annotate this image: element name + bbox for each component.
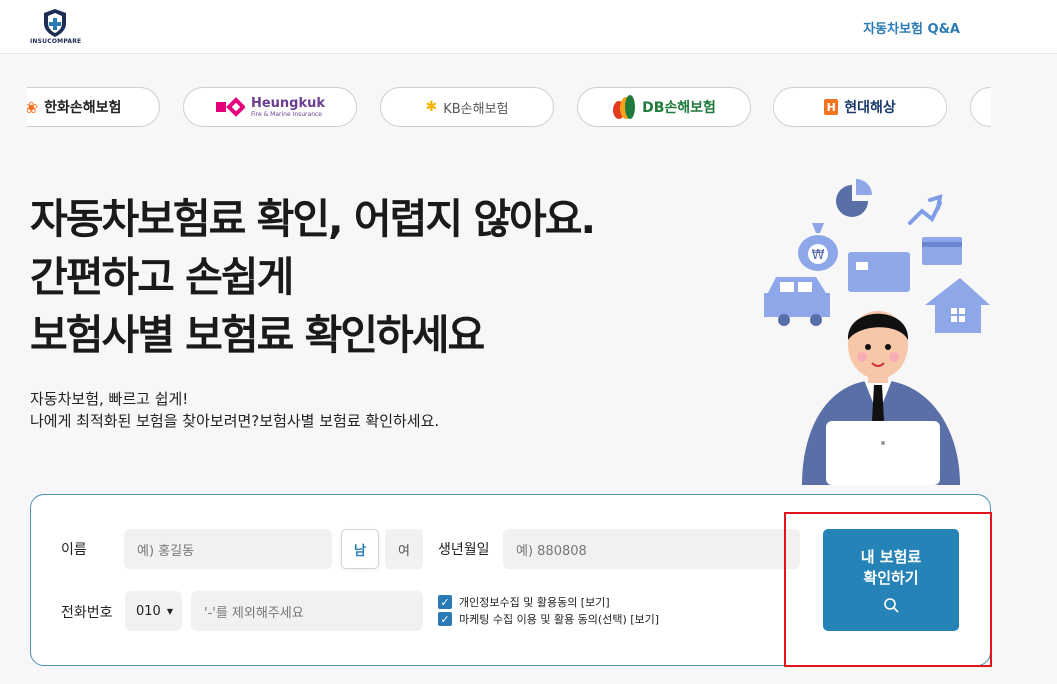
checkbox-checked-icon[interactable]: ✓	[438, 595, 452, 609]
hero-title-line: 보험사별 보험료 확인하세요	[30, 311, 485, 359]
insurer-name: KB손해보험	[443, 101, 509, 117]
insurer-name: DB손해보험	[642, 100, 716, 116]
insurer-kb[interactable]: ✱ KB손해보험	[380, 87, 554, 127]
consent-marketing-label: 마케팅 수집 이용 및 활용 동의(선택) [보기]	[459, 613, 660, 626]
phone-label: 전화번호	[61, 605, 113, 621]
hero-sub-line: 자동차보험, 빠르고 쉽게!	[30, 390, 189, 408]
insurer-hanwha[interactable]: ❀ 한화손해보험	[27, 87, 160, 127]
name-input[interactable]: 예) 홍길동	[124, 529, 332, 569]
phone-prefix-value: 010	[136, 603, 161, 619]
gender-female-button[interactable]: 여	[385, 529, 423, 569]
house-icon	[925, 278, 990, 333]
check-premium-button[interactable]: 내 보험료 확인하기	[823, 529, 959, 631]
insurer-hyundai[interactable]: H 현대해상	[773, 87, 947, 127]
insurer-db[interactable]: DB손해보험	[577, 87, 751, 127]
pie-chart-icon	[836, 179, 872, 217]
insurer-subname: Fire & Marine Insurance	[250, 110, 322, 118]
insurer-next[interactable]	[970, 87, 991, 127]
hanwha-logo-icon: ❀	[27, 97, 39, 117]
phone-prefix-select[interactable]: 010 ▼	[125, 591, 182, 631]
hero-subtitle: 자동차보험, 빠르고 쉽게! 나에게 최적화된 보험을 찾아보려면?보험사별 보…	[30, 388, 439, 432]
money-bag-icon: ₩	[798, 223, 838, 271]
svg-text:₩: ₩	[812, 248, 825, 263]
gender-male-button[interactable]: 남	[341, 529, 379, 569]
hero-title-line: 간편하고 손쉽게	[30, 253, 294, 301]
name-label: 이름	[61, 542, 87, 558]
laptop-icon	[826, 421, 940, 485]
birth-input[interactable]: 예) 880808	[503, 529, 800, 569]
submit-label-line: 확인하기	[863, 569, 919, 587]
consent-privacy-row[interactable]: ✓ 개인정보수집 및 활용동의 [보기]	[438, 594, 610, 610]
phone-input[interactable]: '-'를 제외해주세요	[191, 591, 423, 631]
top-header: INSUCOMPARE 자동차보험 Q&A	[0, 0, 1057, 54]
shield-icon	[44, 9, 66, 37]
hero-sub-line: 나에게 최적화된 보험을 찾아보려면?보험사별 보험료 확인하세요.	[30, 412, 440, 430]
submit-label-line: 내 보험료	[860, 548, 922, 566]
checkbox-checked-icon[interactable]: ✓	[438, 612, 452, 626]
birth-label: 생년월일	[438, 542, 490, 558]
insurer-heungkuk[interactable]: Heungkuk Fire & Marine Insurance	[183, 87, 357, 127]
logo-text: INSUCOMPARE	[30, 38, 82, 45]
insucompare-logo[interactable]: INSUCOMPARE	[30, 7, 82, 49]
db-logo-icon	[613, 95, 636, 119]
card-icon	[848, 237, 962, 292]
consent-privacy-label: 개인정보수집 및 활용동의 [보기]	[459, 596, 610, 609]
insurance-illustration: ₩	[764, 179, 990, 485]
hyundai-logo-icon: H	[824, 99, 839, 115]
insurer-carousel: ❀ 한화손해보험 Heungkuk Fire & Marine Insuranc…	[27, 87, 991, 127]
insurer-name: Heungkuk	[250, 95, 326, 111]
insurer-name: 현대해상	[844, 100, 896, 116]
insurer-name: 한화손해보험	[44, 100, 122, 116]
consent-marketing-row[interactable]: ✓ 마케팅 수집 이용 및 활용 동의(선택) [보기]	[438, 611, 659, 627]
caret-down-icon: ▼	[166, 606, 173, 616]
nav-link-qa[interactable]: 자동차보험 Q&A	[863, 18, 960, 37]
search-icon	[884, 598, 899, 613]
kb-star-icon: ✱	[425, 99, 438, 115]
hero-title: 자동차보험료 확인, 어렵지 않아요. 간편하고 손쉽게 보험사별 보험료 확인…	[30, 190, 596, 364]
trend-arrow-icon	[908, 194, 943, 225]
heungkuk-logo-icon	[215, 97, 245, 117]
car-icon	[764, 277, 830, 326]
hero-title-line: 자동차보험료 확인, 어렵지 않아요.	[30, 195, 596, 243]
